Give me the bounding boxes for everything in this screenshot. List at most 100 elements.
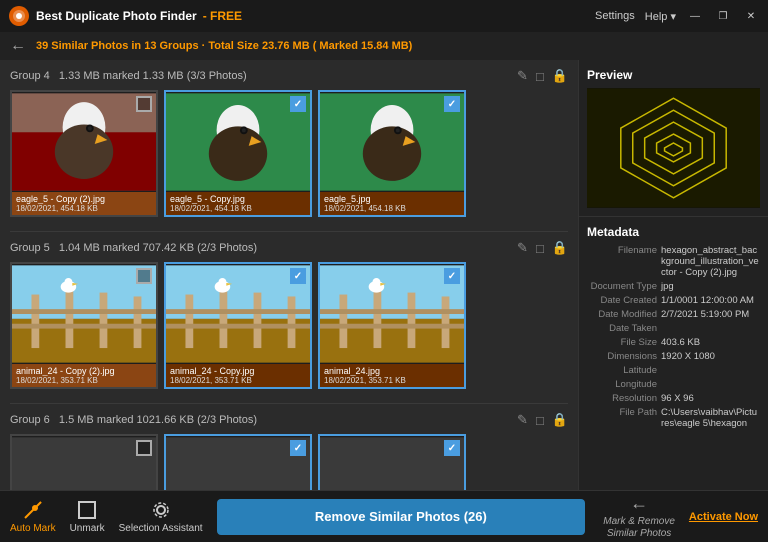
meta-key: File Path — [587, 407, 657, 429]
preview-image — [587, 88, 760, 208]
photo-item[interactable]: photo_1.jpg 18/02/2021, 340.55 KB — [10, 434, 158, 490]
auto-mark-label: Auto Mark — [10, 523, 56, 534]
photo-checkbox[interactable] — [290, 268, 306, 284]
eagle-thumbnail — [166, 92, 310, 192]
photo-name: animal_24.jpg — [324, 366, 460, 376]
main-content: Group 4 1.33 MB marked 1.33 MB (3/3 Phot… — [0, 60, 768, 490]
help-link[interactable]: Help ▾ — [645, 10, 676, 23]
remove-similar-button[interactable]: Remove Similar Photos (26) — [217, 499, 586, 535]
checkbox-icon[interactable]: □ — [536, 413, 544, 428]
lock-icon[interactable]: 🔒 — [552, 412, 568, 428]
app-name: Best Duplicate Photo Finder — [36, 9, 197, 23]
metadata-row: Date Modified 2/7/2021 5:19:00 PM — [587, 309, 760, 320]
close-button[interactable]: ✕ — [742, 7, 760, 25]
meta-value: 96 X 96 — [661, 393, 694, 404]
activate-now-button[interactable]: Activate Now — [689, 511, 758, 523]
unmark-tool[interactable]: Unmark — [70, 499, 105, 534]
group-6-actions: ✎ □ 🔒 — [517, 412, 568, 428]
group-5-actions: ✎ □ 🔒 — [517, 240, 568, 256]
photo-item[interactable]: photo_1 - Copy (2).jpg 18/02/2021, 340.5… — [318, 434, 466, 490]
arrow-hint-text: Mark & RemoveSimilar Photos — [603, 516, 675, 540]
lock-icon[interactable]: 🔒 — [552, 68, 568, 84]
photo-item[interactable]: animal_24.jpg 18/02/2021, 353.71 KB — [318, 262, 466, 389]
stats-text: 39 Similar Photos in 13 Groups · Total S… — [36, 40, 412, 52]
meta-key: Resolution — [587, 393, 657, 404]
right-panel: Preview Metadata Filename hexagon_abstra… — [578, 60, 768, 490]
wand-icon — [22, 499, 44, 521]
photo-name: animal_24 - Copy.jpg — [170, 366, 306, 376]
photo-item[interactable]: eagle_5 - Copy.jpg 18/02/2021, 454.18 KB — [164, 90, 312, 217]
photo-name: eagle_5.jpg — [324, 194, 460, 204]
help-chevron-icon: ▾ — [670, 11, 676, 23]
photo-checkbox[interactable] — [136, 268, 152, 284]
auto-mark-icon — [22, 499, 44, 521]
pencil-icon[interactable]: ✎ — [517, 68, 528, 84]
photo-checkbox[interactable] — [444, 96, 460, 112]
metadata-label: Metadata — [587, 225, 760, 239]
photo-info: eagle_5 - Copy (2).jpg 18/02/2021, 454.1… — [12, 192, 156, 215]
bottom-bar: Auto Mark Unmark Selection Assistant Rem… — [0, 490, 768, 542]
minimize-button[interactable]: — — [686, 7, 704, 25]
hexagon-preview-svg — [587, 88, 760, 208]
group-divider — [10, 231, 568, 232]
app-suffix: - FREE — [203, 9, 242, 23]
placeholder-thumbnail — [166, 436, 310, 490]
photo-date: 18/02/2021, 454.18 KB — [324, 204, 460, 213]
title-bar: Best Duplicate Photo Finder - FREE Setti… — [0, 0, 768, 32]
photo-item[interactable]: animal_24 - Copy.jpg 18/02/2021, 353.71 … — [164, 262, 312, 389]
lock-icon[interactable]: 🔒 — [552, 240, 568, 256]
photo-date: 18/02/2021, 353.71 KB — [16, 376, 152, 385]
metadata-row: Date Taken — [587, 323, 760, 334]
metadata-section: Metadata Filename hexagon_abstract_backg… — [579, 217, 768, 490]
photo-checkbox[interactable] — [136, 96, 152, 112]
metadata-row: Date Created 1/1/0001 12:00:00 AM — [587, 295, 760, 306]
meta-key: Dimensions — [587, 351, 657, 362]
eagle-thumbnail — [12, 92, 156, 192]
photo-item[interactable]: eagle_5.jpg 18/02/2021, 454.18 KB — [318, 90, 466, 217]
seagull-thumbnail — [320, 264, 464, 364]
meta-value: C:\Users\vaibhav\Pictures\eagle 5\hexago… — [661, 407, 760, 429]
metadata-row: File Path C:\Users\vaibhav\Pictures\eagl… — [587, 407, 760, 429]
photo-checkbox[interactable] — [444, 268, 460, 284]
seagull-thumbnail — [12, 264, 156, 364]
meta-value: hexagon_abstract_background_illustration… — [661, 245, 760, 278]
checkbox-icon[interactable]: □ — [536, 69, 544, 84]
photo-checkbox[interactable] — [444, 440, 460, 456]
settings-link[interactable]: Settings — [595, 10, 635, 22]
photo-info: eagle_5.jpg 18/02/2021, 454.18 KB — [320, 192, 464, 215]
group-5-photos: animal_24 - Copy (2).jpg 18/02/2021, 353… — [10, 262, 568, 389]
photo-item[interactable]: eagle_5 - Copy (2).jpg 18/02/2021, 454.1… — [10, 90, 158, 217]
photo-date: 18/02/2021, 454.18 KB — [16, 204, 152, 213]
group-4-actions: ✎ □ 🔒 — [517, 68, 568, 84]
meta-key: Date Modified — [587, 309, 657, 320]
photo-item[interactable]: photo_1 - Copy.jpg 18/02/2021, 340.55 KB — [164, 434, 312, 490]
photo-checkbox[interactable] — [290, 96, 306, 112]
eagle-thumbnail — [320, 92, 464, 192]
photo-date: 18/02/2021, 353.71 KB — [324, 376, 460, 385]
auto-mark-tool[interactable]: Auto Mark — [10, 499, 56, 534]
metadata-row: Longitude — [587, 379, 760, 390]
gear-icon — [150, 499, 172, 521]
sub-header: ← 39 Similar Photos in 13 Groups · Total… — [0, 32, 768, 60]
pencil-icon[interactable]: ✎ — [517, 240, 528, 256]
photo-checkbox[interactable] — [290, 440, 306, 456]
meta-value: 2/7/2021 5:19:00 PM — [661, 309, 749, 320]
metadata-row: Dimensions 1920 X 1080 — [587, 351, 760, 362]
meta-key: Date Created — [587, 295, 657, 306]
pencil-icon[interactable]: ✎ — [517, 412, 528, 428]
photo-info: animal_24 - Copy.jpg 18/02/2021, 353.71 … — [166, 364, 310, 387]
arrow-hint: ← Mark & RemoveSimilar Photos — [603, 493, 675, 540]
unmark-icon — [76, 499, 98, 521]
back-button[interactable]: ← — [10, 37, 26, 55]
title-left: Best Duplicate Photo Finder - FREE — [8, 5, 242, 27]
selection-assistant-tool[interactable]: Selection Assistant — [119, 499, 203, 534]
photo-name: animal_24 - Copy (2).jpg — [16, 366, 152, 376]
app-logo-icon — [8, 5, 30, 27]
meta-value: jpg — [661, 281, 674, 292]
restore-button[interactable]: ❐ — [714, 7, 732, 25]
left-panel[interactable]: Group 4 1.33 MB marked 1.33 MB (3/3 Phot… — [0, 60, 578, 490]
checkbox-icon[interactable]: □ — [536, 241, 544, 256]
photo-item[interactable]: animal_24 - Copy (2).jpg 18/02/2021, 353… — [10, 262, 158, 389]
square-icon — [76, 499, 98, 521]
photo-checkbox[interactable] — [136, 440, 152, 456]
